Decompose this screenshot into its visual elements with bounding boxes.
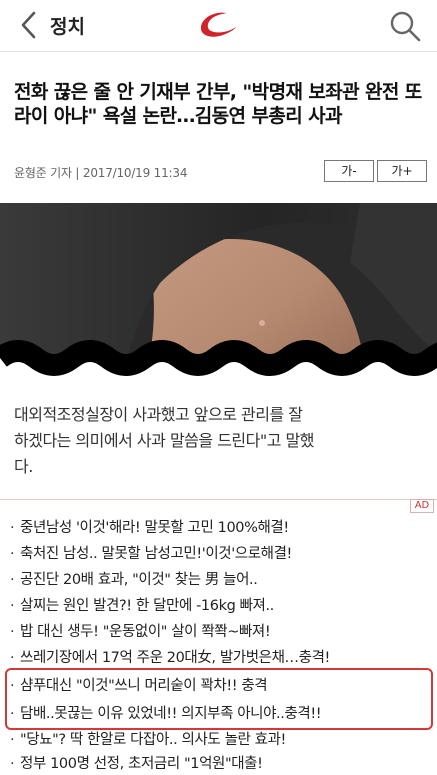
article-byline: 윤형준 기자 | 2017/10/19 11:34	[14, 166, 188, 180]
font-increase-button[interactable]: 가+	[377, 160, 427, 182]
ad-divider	[0, 499, 437, 500]
top-header: 정치	[0, 0, 437, 52]
search-button[interactable]	[388, 9, 422, 43]
bullet-icon: ·	[10, 546, 15, 562]
article-headline: 전화 끊은 줄 안 기재부 간부, "박명재 보좌관 완전 또라이 아냐" 욕설…	[14, 81, 422, 127]
font-decrease-button[interactable]: 가-	[324, 160, 374, 182]
brand-swoosh-icon	[200, 12, 236, 37]
ad-link[interactable]: · 샴푸대신 "이것"쓰니 머리숱이 꽉차!! 충격	[10, 674, 268, 698]
ad-link-text: 쓰레기장에서 17억 주운 20대女, 발가벗은채…충격!	[20, 650, 330, 666]
bullet-icon: ·	[10, 732, 15, 748]
article-body: 대외적조정실장이 사과했고 앞으로 관리를 잘 하겠다는 의미에서 사과 말씀을…	[14, 402, 430, 480]
article-body-line: 다.	[14, 457, 33, 476]
back-button[interactable]	[18, 10, 40, 40]
ad-link[interactable]: · 정부 100명 선정, 초저금리 "1억원"대출!	[10, 752, 263, 775]
photo-image	[0, 203, 437, 418]
ad-link-text: 밥 대신 생두! "운동없이" 살이 쫙쫙~빠져!	[20, 624, 271, 640]
bullet-icon: ·	[10, 624, 15, 640]
ad-link[interactable]: · 담배..못끊는 이유 있었네!! 의지부족 아니야..충격!!	[10, 702, 322, 726]
ad-badge: AD	[410, 499, 434, 513]
section-title: 정치	[50, 16, 85, 38]
ad-link[interactable]: · 중년남성 '이것'해라! 말못할 고민 100%해결!	[10, 516, 289, 540]
ad-link-text: 살찌는 원인 발견?! 한 달만에 -16kg 빠져..	[20, 598, 274, 614]
bullet-icon: ·	[10, 598, 15, 614]
ad-link[interactable]: · 축처진 남성.. 말못할 남성고민!'이것'으로해결!	[10, 542, 292, 566]
search-icon	[390, 11, 421, 42]
article-body-line: 하겠다는 의미에서 사과 말씀을 드린다"고 말했	[14, 431, 314, 450]
ad-link-text: 중년남성 '이것'해라! 말못할 고민 100%해결!	[20, 520, 289, 536]
font-size-controls: 가- 가+	[324, 160, 427, 182]
bullet-icon: ·	[10, 520, 15, 536]
ad-link[interactable]: · 공진단 20배 효과, "이것" 찾는 男 늘어..	[10, 568, 258, 592]
ad-link-text: 정부 100명 선정, 초저금리 "1억원"대출!	[20, 756, 263, 772]
ad-link-text: 축처진 남성.. 말못할 남성고민!'이것'으로해결!	[20, 546, 292, 562]
brand-logo[interactable]	[196, 9, 238, 41]
ad-link[interactable]: · 쓰레기장에서 17억 주운 20대女, 발가벗은채…충격!	[10, 646, 330, 670]
article-body-line: 대외적조정실장이 사과했고 앞으로 관리를 잘	[14, 405, 303, 424]
ad-link[interactable]: · 밥 대신 생두! "운동없이" 살이 쫙쫙~빠져!	[10, 620, 271, 644]
bullet-icon: ·	[10, 756, 15, 772]
bullet-icon: ·	[10, 706, 15, 722]
ad-link-text: 담배..못끊는 이유 있었네!! 의지부족 아니야..충격!!	[20, 706, 322, 722]
ad-link-text: 샴푸대신 "이것"쓰니 머리숱이 꽉차!! 충격	[20, 678, 268, 694]
chevron-left-icon	[21, 11, 36, 39]
ad-link[interactable]: · 살찌는 원인 발견?! 한 달만에 -16kg 빠져..	[10, 594, 274, 618]
bullet-icon: ·	[10, 572, 15, 588]
bullet-icon: ·	[10, 678, 15, 694]
ad-link-text: 공진단 20배 효과, "이것" 찾는 男 늘어..	[20, 572, 258, 588]
bullet-icon: ·	[10, 650, 15, 666]
ad-link-text: "당뇨"? 딱 한알로 다잡아.. 의사도 놀란 효과!	[20, 732, 286, 748]
ad-link[interactable]: · "당뇨"? 딱 한알로 다잡아.. 의사도 놀란 효과!	[10, 728, 286, 752]
article-photo	[0, 203, 437, 418]
article-header: 전화 끊은 줄 안 기재부 간부, "박명재 보좌관 완전 또라이 아냐" 욕설…	[0, 52, 437, 202]
